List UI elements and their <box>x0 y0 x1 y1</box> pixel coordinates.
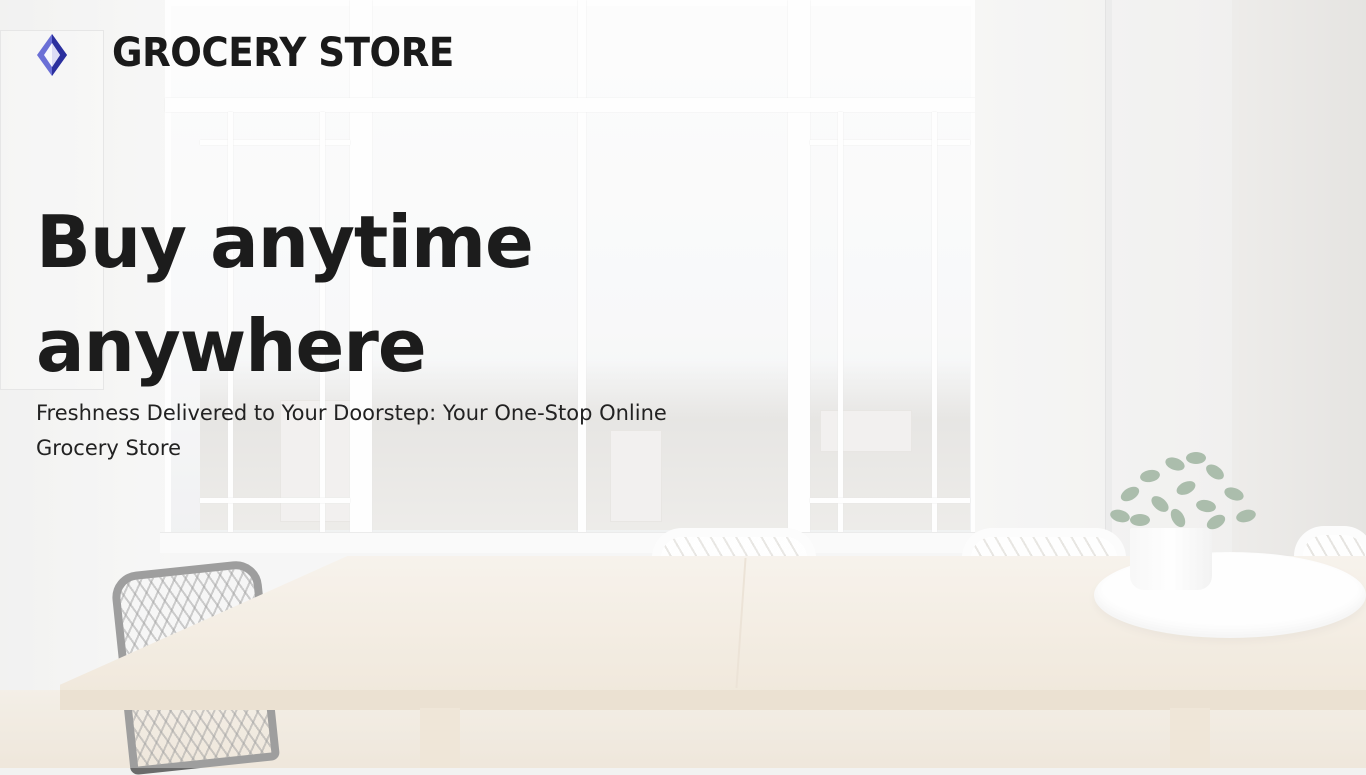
hero-headline-line: Buy anytime <box>36 200 534 284</box>
brand-name: GROCERY STORE <box>112 30 454 76</box>
hero-headline: Buy anytime anywhere <box>36 190 736 398</box>
hero-tagline-line: Freshness Delivered to Your Doorstep: Yo… <box>36 401 667 425</box>
diamond-logo-icon <box>37 34 67 76</box>
hero-tagline: Freshness Delivered to Your Doorstep: Yo… <box>36 396 796 466</box>
hero-tagline-line: Grocery Store <box>36 436 182 460</box>
hero-headline-line: anywhere <box>36 304 427 388</box>
brand[interactable]: GROCERY STORE <box>36 30 454 80</box>
